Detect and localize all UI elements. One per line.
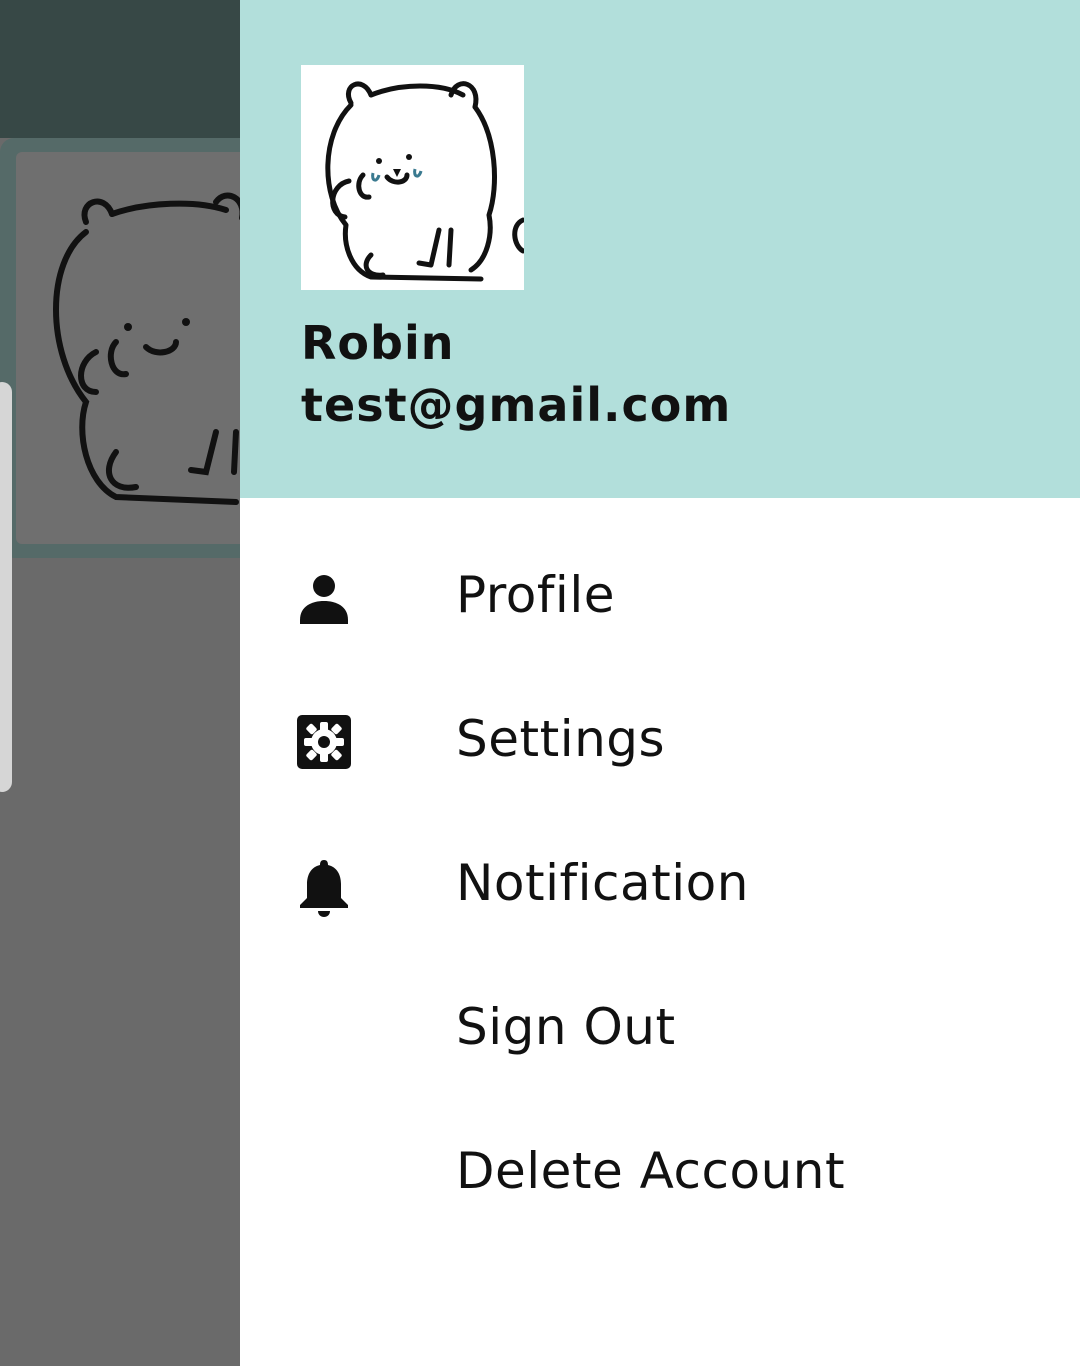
bear-avatar-icon [325, 81, 524, 282]
menu-item-label: Sign Out [456, 998, 676, 1056]
drawer-header: Robin test@gmail.com [240, 0, 1080, 498]
menu-item-label: Profile [456, 566, 615, 624]
user-name: Robin [301, 316, 455, 370]
menu-item-label: Delete Account [456, 1142, 846, 1200]
background-scroll-handle [0, 382, 12, 792]
menu-item-label: Settings [456, 710, 666, 768]
bell-icon [296, 858, 352, 917]
menu-item-notification[interactable]: Notification [240, 814, 1080, 958]
person-icon [296, 570, 352, 626]
menu-item-settings[interactable]: Settings [240, 670, 1080, 814]
settings-gear-icon [296, 714, 352, 770]
menu-item-label: Notification [456, 854, 749, 912]
navigation-drawer: Robin test@gmail.com Profile Settings No… [240, 0, 1080, 1366]
user-avatar[interactable] [301, 65, 524, 290]
menu-item-sign-out[interactable]: Sign Out [240, 958, 1080, 1102]
drawer-menu: Profile Settings Notification Sign Out D… [240, 526, 1080, 1246]
user-email: test@gmail.com [301, 378, 732, 432]
menu-item-delete-account[interactable]: Delete Account [240, 1102, 1080, 1246]
menu-item-profile[interactable]: Profile [240, 526, 1080, 670]
